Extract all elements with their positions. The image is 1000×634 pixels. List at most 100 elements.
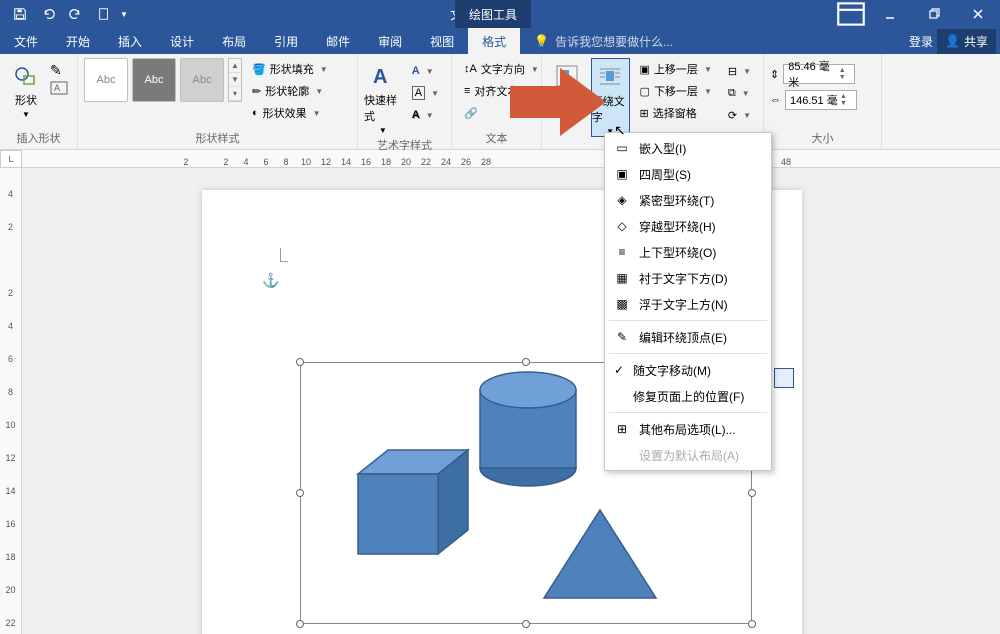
wrap-text-menu: ▭嵌入型(I) ▣四周型(S) ◈紧密型环绕(T) ◇穿越型环绕(H) ≡上下型… <box>604 132 772 471</box>
text-direction-button[interactable]: ↕A文字方向▼ <box>458 58 545 80</box>
tab-review[interactable]: 审阅 <box>364 28 416 54</box>
cylinder-shape[interactable] <box>480 372 576 486</box>
wrap-move-with-text[interactable]: ✓随文字移动(M) <box>605 357 771 383</box>
wrap-edit-points[interactable]: ✎编辑环绕顶点(E) <box>605 324 771 350</box>
document-workspace[interactable]: ⚓ <box>22 168 1000 634</box>
wrap-text-label: 环绕文字 <box>592 93 629 125</box>
share-button[interactable]: 👤 共享 <box>937 29 996 54</box>
lightbulb-icon: 💡 <box>534 34 549 48</box>
text-box-icon[interactable]: A <box>50 81 68 100</box>
tab-mailings[interactable]: 邮件 <box>312 28 364 54</box>
undo-button[interactable] <box>36 2 60 26</box>
tab-design[interactable]: 设计 <box>156 28 208 54</box>
triangle-shape[interactable] <box>544 510 656 598</box>
shape-style-gallery[interactable]: Abc Abc Abc ▲▼▾ <box>84 58 242 102</box>
restore-button[interactable] <box>912 0 956 28</box>
group-size: ⇕ 85.46 毫米▲▼ ⇔ 146.51 毫▲▼ 大小 <box>764 54 882 149</box>
svg-text:A: A <box>373 66 387 88</box>
wrap-fix-position[interactable]: 修复页面上的位置(F) <box>605 383 771 409</box>
text-outline-button[interactable]: A▼ <box>406 82 445 104</box>
layout-options-button[interactable] <box>774 368 794 388</box>
ribbon-display-options[interactable] <box>834 0 868 28</box>
minimize-button[interactable] <box>868 0 912 28</box>
shape-fill-button[interactable]: 🪣形状填充▼ <box>246 58 334 80</box>
ruler-tab-selector[interactable]: L <box>0 150 22 168</box>
selection-pane-icon: ⊞ <box>640 107 649 120</box>
vertical-ruler[interactable]: 42246810121416182022 <box>0 168 22 634</box>
tab-references[interactable]: 引用 <box>260 28 312 54</box>
quick-styles-button[interactable]: A 快速样式 ▼ <box>364 58 402 135</box>
shape-effects-button[interactable]: ◐形状效果▼ <box>246 102 334 124</box>
close-button[interactable] <box>956 0 1000 28</box>
rotate-button[interactable]: ⟳▼ <box>722 104 757 126</box>
shape-outline-button[interactable]: ✏形状轮廓▼ <box>246 80 334 102</box>
quick-styles-label: 快速样式 <box>364 92 402 124</box>
height-input[interactable]: ⇕ 85.46 毫米▲▼ <box>770 64 857 84</box>
width-icon: ⇔ <box>770 94 781 106</box>
new-doc-button[interactable] <box>92 2 116 26</box>
shapes-label: 形状 <box>15 92 37 108</box>
cube-shape[interactable] <box>358 450 468 554</box>
align-text-button[interactable]: ≡对齐文本▼ <box>458 80 545 102</box>
group-icon: ⧉ <box>728 87 736 100</box>
wrap-more-layout[interactable]: ⊞其他布局选项(L)... <box>605 416 771 442</box>
signin-link[interactable]: 登录 <box>909 33 933 50</box>
person-icon: 👤 <box>945 34 960 48</box>
align-text-icon: ≡ <box>464 85 470 97</box>
send-backward-button[interactable]: ▢下移一层▼ <box>634 80 718 102</box>
width-input[interactable]: ⇔ 146.51 毫▲▼ <box>770 90 857 110</box>
height-value: 85.46 毫米 <box>788 58 838 90</box>
selection-pane-button[interactable]: ⊞选择窗格 <box>634 102 718 124</box>
height-icon: ⇕ <box>770 68 779 81</box>
group-text: ↕A文字方向▼ ≡对齐文本▼ 🔗 文本 <box>452 54 542 149</box>
link-icon: 🔗 <box>464 107 478 120</box>
style-swatch-1[interactable]: Abc <box>84 58 128 102</box>
tab-view[interactable]: 视图 <box>416 28 468 54</box>
wrap-topbottom[interactable]: ≡上下型环绕(O) <box>605 239 771 265</box>
create-link-button[interactable]: 🔗 <box>458 102 545 124</box>
svg-text:A: A <box>54 83 60 93</box>
wrap-tight[interactable]: ◈紧密型环绕(T) <box>605 187 771 213</box>
tab-layout[interactable]: 布局 <box>208 28 260 54</box>
horizontal-ruler[interactable]: 2246810121416182022242628384042444648 <box>22 150 1000 168</box>
text-effects-button[interactable]: A▼ <box>406 104 445 126</box>
redo-button[interactable] <box>64 2 88 26</box>
group-label-text: 文本 <box>458 128 535 149</box>
group-wordart-styles: A 快速样式 ▼ A▼ A▼ A▼ 艺术字样式 <box>358 54 452 149</box>
wrap-topbottom-icon: ≡ <box>613 243 631 261</box>
group-label-size: 大小 <box>770 128 875 149</box>
wrap-infront[interactable]: ▩浮于文字上方(N) <box>605 291 771 317</box>
edit-points-icon: ✎ <box>613 328 631 346</box>
wrap-square[interactable]: ▣四周型(S) <box>605 161 771 187</box>
position-button[interactable]: ▼ <box>548 58 587 101</box>
send-backward-icon: ▢ <box>640 85 650 98</box>
wrap-through[interactable]: ◇穿越型环绕(H) <box>605 213 771 239</box>
text-direction-icon: ↕A <box>464 63 477 75</box>
tell-me-search[interactable]: 💡 告诉我您想要做什么... <box>520 28 909 54</box>
quick-access-toolbar: ▼ <box>0 2 136 26</box>
gallery-scroll[interactable]: ▲▼▾ <box>228 58 242 102</box>
save-button[interactable] <box>8 2 32 26</box>
rotate-icon: ⟳ <box>728 109 737 122</box>
bring-forward-button[interactable]: ▣上移一层▼ <box>634 58 718 80</box>
bucket-icon: 🪣 <box>252 63 266 76</box>
contextual-tab-label: 绘图工具 <box>455 0 531 28</box>
tab-format[interactable]: 格式 <box>468 28 520 54</box>
cursor-icon: ↖ <box>614 122 626 139</box>
pen-icon: ✏ <box>252 85 261 98</box>
style-swatch-2[interactable]: Abc <box>132 58 176 102</box>
wrap-behind[interactable]: ▦衬于文字下方(D) <box>605 265 771 291</box>
style-swatch-3[interactable]: Abc <box>180 58 224 102</box>
shapes-button[interactable]: 形状 ▼ <box>6 58 46 119</box>
wrap-inline[interactable]: ▭嵌入型(I) <box>605 135 771 161</box>
edit-shape-icon[interactable]: ✎ <box>50 62 68 79</box>
tab-insert[interactable]: 插入 <box>104 28 156 54</box>
tab-file[interactable]: 文件 <box>0 28 52 54</box>
align-button[interactable]: ⊟▼ <box>722 60 757 82</box>
tell-me-placeholder: 告诉我您想要做什么... <box>555 33 673 50</box>
tab-home[interactable]: 开始 <box>52 28 104 54</box>
text-fill-button[interactable]: A▼ <box>406 60 445 82</box>
group-button[interactable]: ⧉▼ <box>722 82 757 104</box>
title-bar: ▼ 文档2 - Word 绘图工具 <box>0 0 1000 28</box>
share-label: 共享 <box>964 33 988 50</box>
